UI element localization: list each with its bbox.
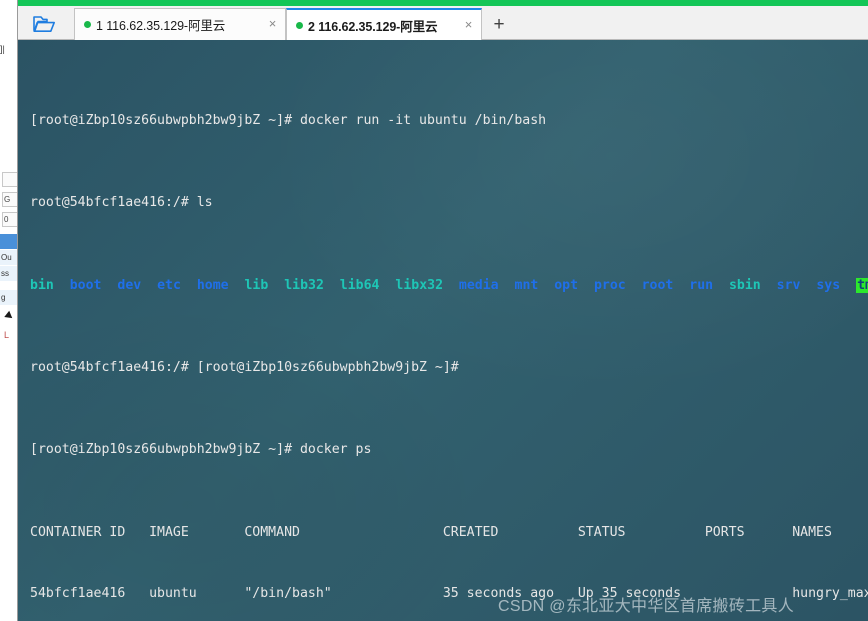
terminal-line: root@54bfcf1ae416:/# ls	[30, 193, 868, 214]
command-text: [root@iZbp10sz66ubwpbh2bw9jbZ ~]#	[196, 359, 459, 375]
terminal-line: [root@iZbp10sz66ubwpbh2bw9jbZ ~]# docker…	[30, 440, 868, 461]
new-tab-button[interactable]: +	[484, 10, 514, 40]
ls-gap	[181, 278, 197, 293]
ls-entry: lib32	[284, 277, 324, 293]
tab-label: 2 116.62.35.129-阿里云	[308, 19, 438, 34]
ls-gap	[141, 278, 157, 293]
terminal-output-pane[interactable]: [root@iZbp10sz66ubwpbh2bw9jbZ ~]# docker…	[18, 40, 868, 621]
ls-entry: sbin	[728, 277, 761, 293]
docker-ps-header: CONTAINER ID IMAGE COMMAND CREATED STATU…	[30, 524, 832, 540]
ls-entry: media	[458, 277, 499, 293]
ls-gap	[101, 278, 117, 293]
tab-label: 1 116.62.35.129-阿里云	[96, 19, 226, 33]
terminal-line: root@54bfcf1ae416:/# [root@iZbp10sz66ubw…	[30, 358, 868, 379]
ls-entry: boot	[69, 277, 102, 293]
ls-entry: mnt	[514, 277, 539, 293]
ls-entry: sys	[816, 277, 841, 293]
ls-entry: etc	[157, 277, 181, 293]
ls-gap	[673, 278, 689, 293]
ls-entry: lib64	[339, 277, 380, 293]
ls-entry: run	[689, 277, 714, 293]
shell-prompt: [root@iZbp10sz66ubwpbh2bw9jbZ ~]#	[30, 112, 300, 128]
ls-gap	[268, 278, 284, 293]
tab-strip: 1 116.62.35.129-阿里云 × 2 116.62.35.129-阿里…	[18, 6, 868, 40]
ls-entry: proc	[593, 277, 626, 293]
ls-gap	[538, 278, 554, 293]
shell-prompt: root@54bfcf1ae416:/#	[30, 195, 197, 211]
command-text: docker ps	[299, 442, 372, 458]
command-text: ls	[196, 195, 213, 211]
tab-status-dot	[296, 21, 303, 29]
ls-gap	[800, 278, 816, 293]
ls-entry: srv	[776, 277, 801, 293]
watermark-text: CSDN @东北亚大中华区首席搬砖工具人	[498, 598, 795, 615]
terminal-line: [root@iZbp10sz66ubwpbh2bw9jbZ ~]# docker…	[30, 111, 868, 132]
ls-entry: home	[196, 277, 229, 293]
terminal-window: 1 116.62.35.129-阿里云 × 2 116.62.35.129-阿里…	[18, 0, 868, 621]
ls-gap	[840, 278, 856, 293]
ls-gap	[443, 278, 459, 293]
ls-gap	[578, 278, 594, 293]
tab-2[interactable]: 2 116.62.35.129-阿里云 ×	[286, 8, 482, 40]
ls-entry: root	[641, 277, 674, 293]
ls-entry: dev	[117, 277, 142, 293]
ls-gap	[379, 278, 395, 293]
ls-entry: tmp	[856, 277, 868, 293]
open-folder-icon[interactable]	[24, 10, 64, 38]
command-text: docker run -it ubuntu /bin/bash	[299, 112, 547, 128]
close-icon[interactable]: ×	[460, 17, 477, 34]
ls-entry: bin	[30, 277, 54, 293]
ls-gap	[229, 278, 245, 293]
ls-output-row: bin boot dev etc home lib lib32 lib64 li…	[30, 276, 868, 297]
ls-gap	[626, 278, 642, 293]
close-icon[interactable]: ×	[264, 16, 281, 33]
ls-entry: libx32	[395, 277, 444, 293]
ls-gap	[324, 278, 340, 293]
ls-gap	[54, 278, 70, 293]
shell-prompt: root@54bfcf1ae416:/#	[30, 359, 197, 375]
ls-gap	[499, 278, 515, 293]
shell-prompt: [root@iZbp10sz66ubwpbh2bw9jbZ ~]#	[30, 442, 300, 458]
ls-entry: opt	[554, 277, 579, 293]
ls-gap	[761, 278, 777, 293]
tab-1[interactable]: 1 116.62.35.129-阿里云 ×	[74, 8, 286, 40]
tab-status-dot	[84, 21, 91, 28]
ls-entry: lib	[244, 277, 269, 293]
ls-gap	[713, 278, 729, 293]
